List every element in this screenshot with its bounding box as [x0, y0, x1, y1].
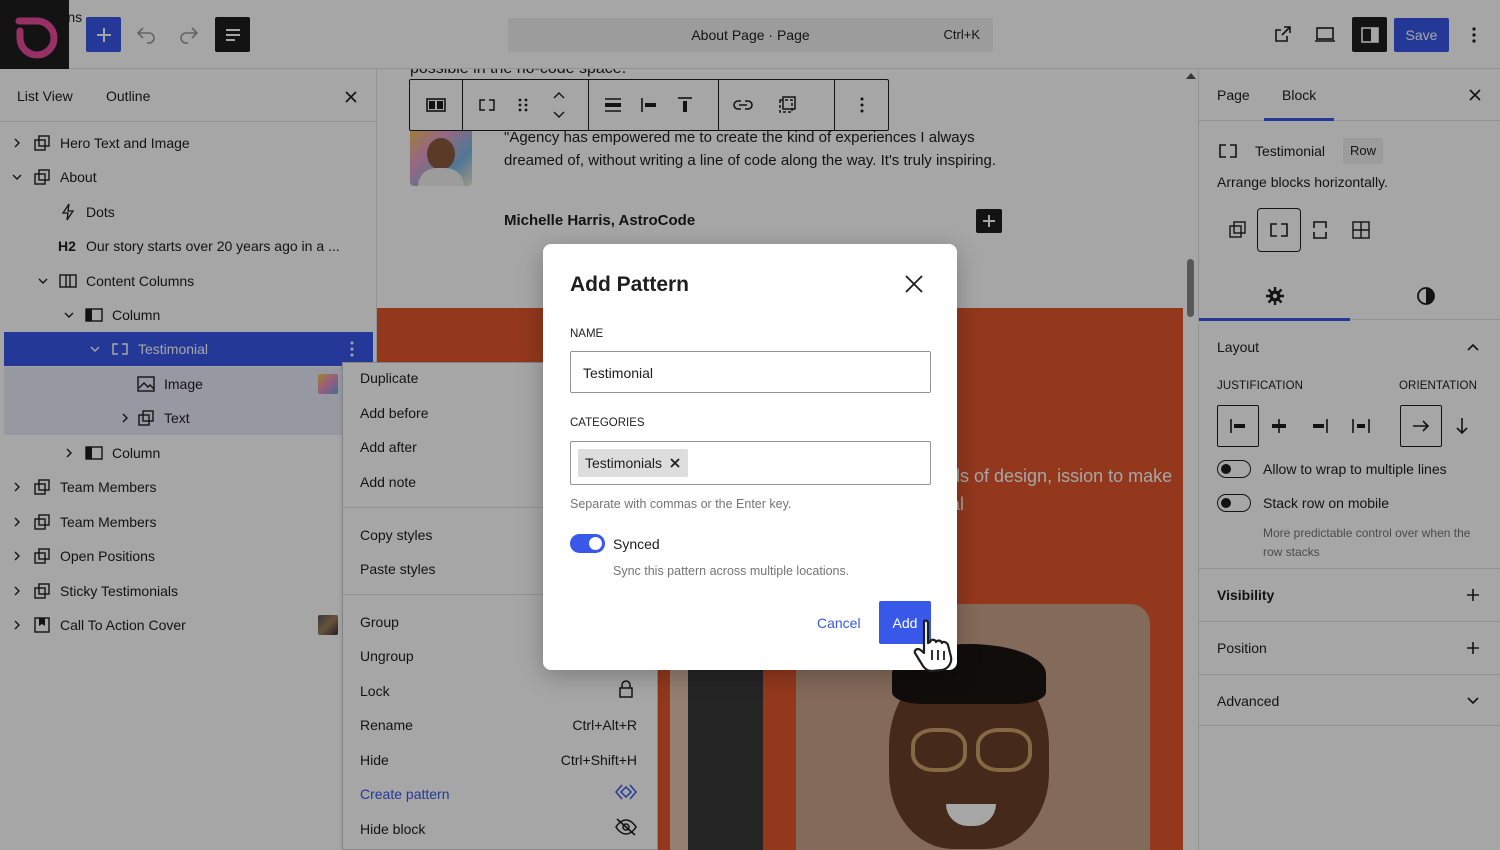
close-icon: [905, 275, 923, 293]
category-token-label: Testimonials: [585, 455, 663, 471]
name-field-label: NAME: [570, 328, 604, 340]
category-token: Testimonials: [578, 449, 689, 477]
hand-pointer-cursor-icon: [913, 619, 953, 673]
add-pattern-modal: Add Pattern NAME Testimonial CATEGORIES …: [543, 244, 957, 670]
synced-label: Synced: [613, 536, 660, 552]
modal-title: Add Pattern: [570, 273, 690, 296]
cancel-button[interactable]: Cancel: [813, 602, 865, 644]
modal-close-button[interactable]: [901, 271, 927, 297]
categories-token-field[interactable]: Testimonials: [570, 441, 931, 485]
categories-field-label: CATEGORIES: [570, 417, 645, 429]
synced-toggle[interactable]: [570, 534, 605, 553]
synced-help: Sync this pattern across multiple locati…: [613, 564, 850, 578]
remove-token-icon[interactable]: [669, 457, 681, 469]
pattern-name-input[interactable]: Testimonial: [570, 351, 931, 393]
categories-help: Separate with commas or the Enter key.: [570, 497, 792, 511]
